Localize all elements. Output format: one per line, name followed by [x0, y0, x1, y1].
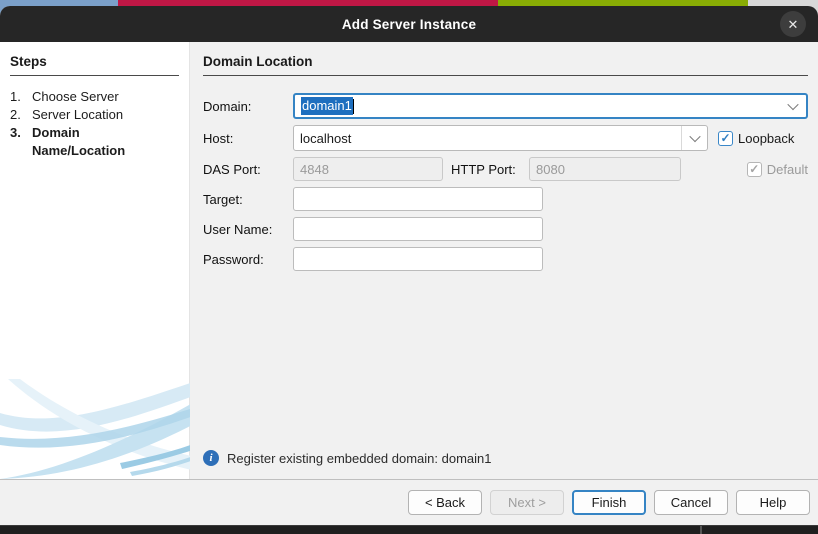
- step-number: 3.: [10, 124, 32, 160]
- close-button[interactable]: ✕: [780, 11, 806, 37]
- default-label: Default: [767, 162, 808, 177]
- host-value: localhost: [294, 131, 351, 146]
- host-label: Host:: [203, 131, 293, 146]
- password-label: Password:: [203, 252, 293, 267]
- das-port-field: 4848: [293, 157, 443, 181]
- username-label: User Name:: [203, 222, 293, 237]
- desktop-taskbar-strip: [0, 525, 818, 534]
- checkbox-checked-disabled-icon: ✓: [747, 162, 762, 177]
- next-button: Next >: [490, 490, 564, 515]
- step-item-domain-name-location: 3. Domain Name/Location: [10, 124, 179, 160]
- back-button[interactable]: < Back: [408, 490, 482, 515]
- checkbox-checked-icon: ✓: [718, 131, 733, 146]
- loopback-label: Loopback: [738, 131, 794, 146]
- http-port-field: 8080: [529, 157, 681, 181]
- help-button[interactable]: Help: [736, 490, 810, 515]
- dialog-title: Add Server Instance: [342, 17, 476, 32]
- domain-dropdown-button[interactable]: [780, 95, 806, 117]
- close-icon: ✕: [788, 18, 799, 31]
- step-number: 2.: [10, 106, 32, 124]
- info-message: Register existing embedded domain: domai…: [227, 451, 492, 466]
- target-label: Target:: [203, 192, 293, 207]
- cancel-button[interactable]: Cancel: [654, 490, 728, 515]
- ports-row: DAS Port: 4848 HTTP Port: 8080 ✓ Default: [203, 157, 808, 181]
- chevron-down-icon: [787, 99, 798, 110]
- dialog-content: Steps 1. Choose Server 2. Server Locatio…: [0, 42, 818, 479]
- default-checkbox: ✓ Default: [747, 162, 808, 177]
- steps-heading: Steps: [10, 54, 179, 76]
- wizard-button-bar: < Back Next > Finish Cancel Help: [0, 479, 818, 525]
- steps-list: 1. Choose Server 2. Server Location 3. D…: [10, 88, 179, 160]
- http-port-label: HTTP Port:: [451, 162, 529, 177]
- step-item-server-location: 2. Server Location: [10, 106, 179, 124]
- host-dropdown-button[interactable]: [681, 126, 707, 150]
- domain-combobox[interactable]: domain1: [293, 93, 808, 119]
- das-port-label: DAS Port:: [203, 162, 293, 177]
- text-caret: [353, 99, 354, 114]
- step-label: Domain Name/Location: [32, 124, 150, 160]
- host-combobox[interactable]: localhost: [293, 125, 708, 151]
- steps-panel: Steps 1. Choose Server 2. Server Locatio…: [0, 42, 190, 479]
- section-heading: Domain Location: [203, 54, 808, 76]
- wizard-watermark-graphic: [0, 379, 196, 479]
- finish-button[interactable]: Finish: [572, 490, 646, 515]
- desktop-screen: Add Server Instance ✕ Steps 1. Choose Se…: [0, 0, 818, 534]
- domain-label: Domain:: [203, 99, 293, 114]
- target-input[interactable]: [293, 187, 543, 211]
- step-item-choose-server: 1. Choose Server: [10, 88, 179, 106]
- password-input[interactable]: [293, 247, 543, 271]
- info-message-row: i Register existing embedded domain: dom…: [203, 450, 492, 466]
- domain-location-panel: Domain Location Domain: domain1 Host: lo…: [190, 42, 818, 479]
- username-input[interactable]: [293, 217, 543, 241]
- username-row: User Name:: [203, 217, 808, 241]
- step-label: Choose Server: [32, 88, 119, 106]
- step-number: 1.: [10, 88, 32, 106]
- loopback-checkbox[interactable]: ✓ Loopback: [718, 131, 794, 146]
- dialog-titlebar[interactable]: Add Server Instance ✕: [0, 6, 818, 42]
- domain-value: domain1: [295, 97, 354, 115]
- domain-row: Domain: domain1: [203, 93, 808, 119]
- add-server-instance-dialog: Add Server Instance ✕ Steps 1. Choose Se…: [0, 6, 818, 525]
- step-label: Server Location: [32, 106, 123, 124]
- host-row: Host: localhost ✓ Loopback: [203, 125, 808, 151]
- chevron-down-icon: [689, 131, 700, 142]
- password-row: Password:: [203, 247, 808, 271]
- taskbar-divider: [700, 526, 702, 534]
- info-icon: i: [203, 450, 219, 466]
- target-row: Target:: [203, 187, 808, 211]
